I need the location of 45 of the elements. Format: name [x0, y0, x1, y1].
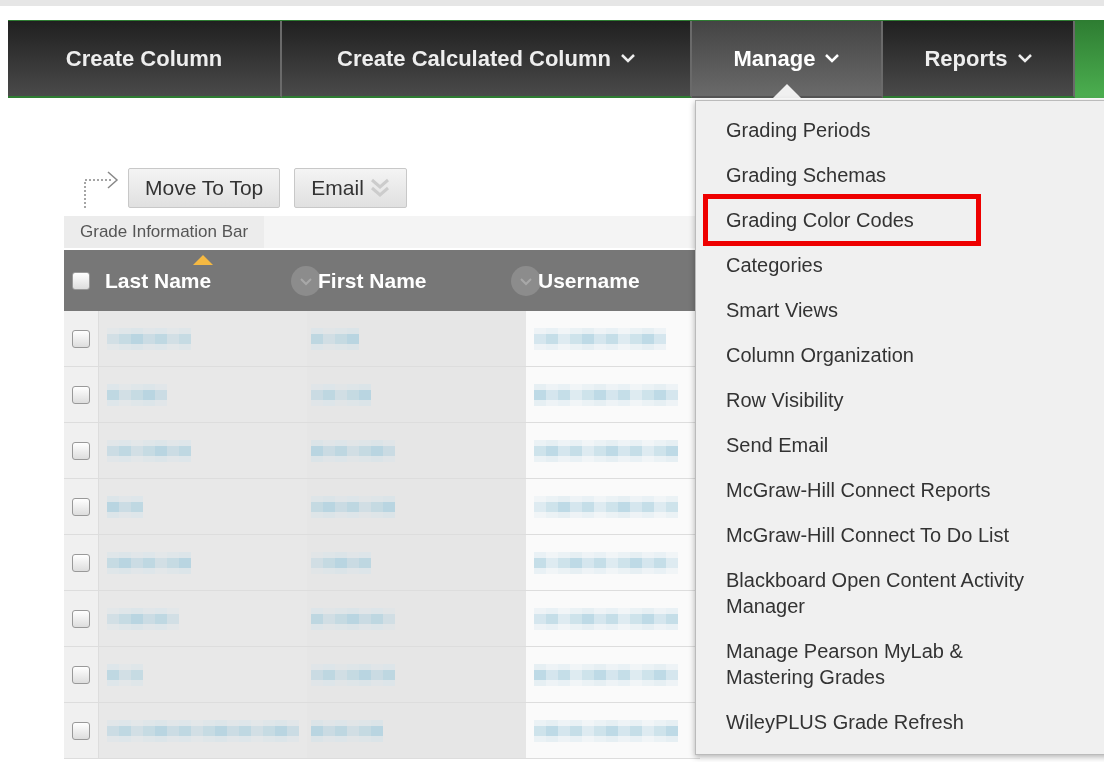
chevron-down-icon: [1017, 54, 1032, 63]
menu-item[interactable]: Blackboard Open Content Activity Manager: [726, 566, 1041, 619]
blurred-text: [310, 327, 359, 350]
nav-tab[interactable]: Manage: [692, 21, 883, 98]
row-checkbox[interactable]: [71, 385, 90, 404]
chevron-down-icon: [825, 54, 840, 63]
toolbar-button[interactable]: Email: [294, 168, 407, 208]
row-checkbox[interactable]: [71, 553, 90, 572]
menu-item[interactable]: Grading Schemas: [726, 161, 887, 188]
blurred-text: [310, 383, 371, 406]
menu-item[interactable]: Smart Views: [726, 296, 838, 323]
menu-item[interactable]: Grading Periods: [726, 116, 871, 143]
column-header[interactable]: Last Name: [105, 254, 212, 293]
dotted-arrow-icon: [82, 168, 120, 208]
select-all-checkbox[interactable]: [72, 271, 90, 290]
column-menu-icon[interactable]: [511, 265, 541, 296]
menu-item[interactable]: McGraw-Hill Connect Reports: [726, 476, 991, 503]
row-checkbox[interactable]: [71, 497, 90, 516]
blurred-text: [106, 663, 143, 686]
menu-item[interactable]: Manage Pearson MyLab & Mastering Grades: [726, 637, 1041, 690]
row-checkbox[interactable]: [71, 665, 90, 684]
row-checkbox[interactable]: [71, 329, 90, 348]
menu-item[interactable]: Categories: [726, 251, 823, 278]
menu-item[interactable]: Row Visibility: [726, 386, 844, 413]
blurred-text: [106, 383, 167, 406]
toolbar-button[interactable]: Move To Top: [128, 168, 281, 208]
nav-tab[interactable]: Reports: [883, 21, 1075, 98]
row-checkbox[interactable]: [71, 721, 90, 740]
column-menu-icon[interactable]: [291, 265, 321, 296]
blurred-text: [106, 495, 143, 518]
menu-item[interactable]: WileyPLUS Grade Refresh: [726, 708, 964, 735]
nav-tab[interactable]: Create Calculated Column: [282, 21, 692, 98]
blurred-text: [310, 551, 371, 574]
column-header[interactable]: Username: [538, 254, 640, 293]
chevron-down-icon: [620, 54, 635, 63]
nav-tab[interactable]: Create Column: [8, 21, 282, 98]
menu-item[interactable]: Grading Color Codes: [703, 193, 981, 246]
menu-item[interactable]: Send Email: [726, 431, 829, 458]
menu-item[interactable]: Column Organization: [726, 341, 914, 368]
info-bar-tab[interactable]: Grade Information Bar: [64, 216, 265, 248]
double-chevron-icon: [369, 177, 390, 199]
menu-item[interactable]: McGraw-Hill Connect To Do List: [726, 521, 1010, 548]
row-checkbox[interactable]: [71, 441, 90, 460]
column-header[interactable]: First Name: [318, 254, 427, 293]
row-checkbox[interactable]: [71, 609, 90, 628]
